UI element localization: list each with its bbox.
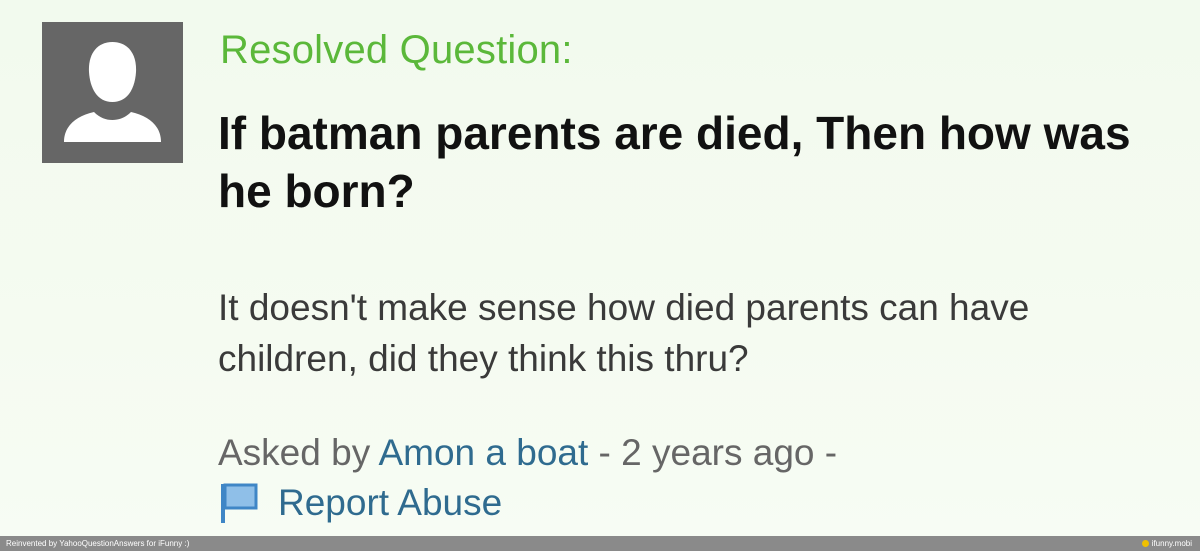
report-abuse-link[interactable]: Report Abuse [218,480,502,526]
watermark-brand-text: ifunny.mobi [1151,539,1192,548]
asked-by-prefix: Asked by [218,432,371,473]
report-abuse-label: Report Abuse [278,482,503,523]
ifunny-logo-icon [1141,540,1149,547]
flag-icon [218,481,262,525]
asked-time: - 2 years ago - [598,432,838,473]
user-silhouette-icon [64,42,161,142]
watermark-credit: Reinvented by YahooQuestionAnswers for i… [6,539,190,548]
watermark-bar: Reinvented by YahooQuestionAnswers for i… [0,536,1200,551]
author-link[interactable]: Amon a boat [378,432,588,473]
resolved-question-label: Resolved Question: [220,28,573,72]
question-details: It doesn't make sense how died parents c… [218,287,1030,379]
watermark-brand: ifunny.mobi [1141,536,1192,551]
question-title: If batman parents are died, Then how was… [218,107,1131,217]
avatar[interactable] [42,22,183,163]
asked-by-line: Asked by Amon a boat - 2 years ago - [218,430,837,476]
